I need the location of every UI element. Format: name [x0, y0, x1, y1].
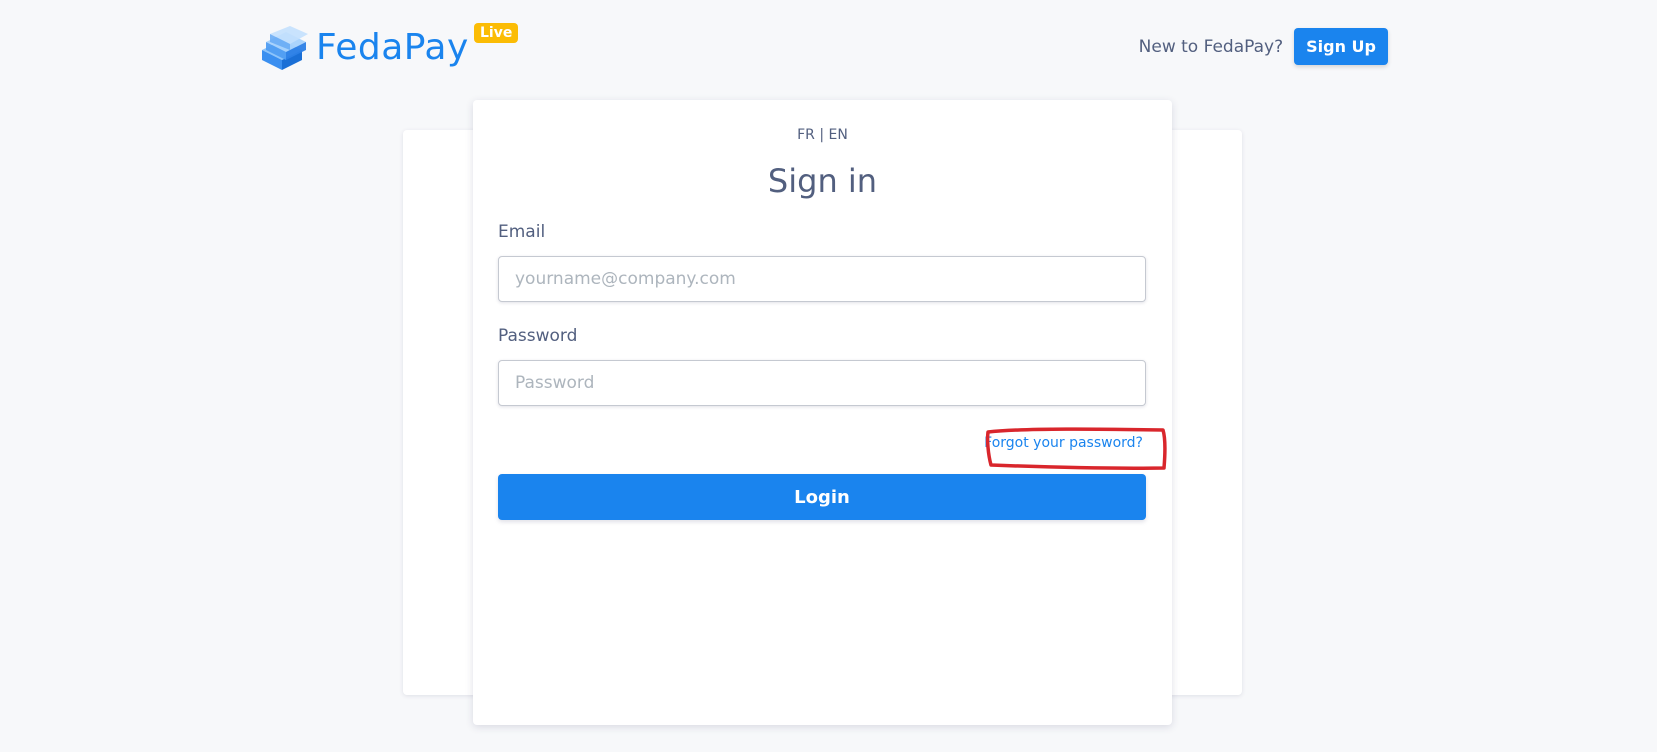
password-field[interactable] — [498, 360, 1146, 406]
page-title: Sign in — [767, 162, 878, 200]
forgot-password-area: Forgot your password? — [983, 426, 1167, 470]
sign-in-card: FR | EN Sign in Email Password Forgot yo… — [473, 100, 1172, 725]
email-label: Email — [498, 222, 546, 242]
lang-en-link[interactable]: EN — [829, 127, 848, 143]
email-field[interactable] — [498, 256, 1146, 302]
language-switcher: FR | EN — [473, 127, 1172, 143]
brand-name: FedaPay — [316, 27, 469, 68]
stacked-layers-icon — [262, 26, 308, 70]
live-badge: Live — [474, 23, 519, 43]
new-to-text: New to FedaPay? — [1138, 36, 1284, 57]
login-button[interactable]: Login — [498, 474, 1146, 520]
signup-prompt: New to FedaPay? Sign Up — [1139, 28, 1388, 65]
lang-fr-link[interactable]: FR — [797, 127, 815, 143]
forgot-password-link[interactable]: Forgot your password? — [984, 435, 1143, 451]
brand-logo[interactable]: FedaPay — [256, 24, 469, 72]
sign-up-button[interactable]: Sign Up — [1294, 28, 1388, 65]
password-label: Password — [498, 326, 578, 346]
top-header: FedaPay Live New to FedaPay? Sign Up — [0, 0, 1657, 90]
lang-separator: | — [819, 127, 825, 143]
